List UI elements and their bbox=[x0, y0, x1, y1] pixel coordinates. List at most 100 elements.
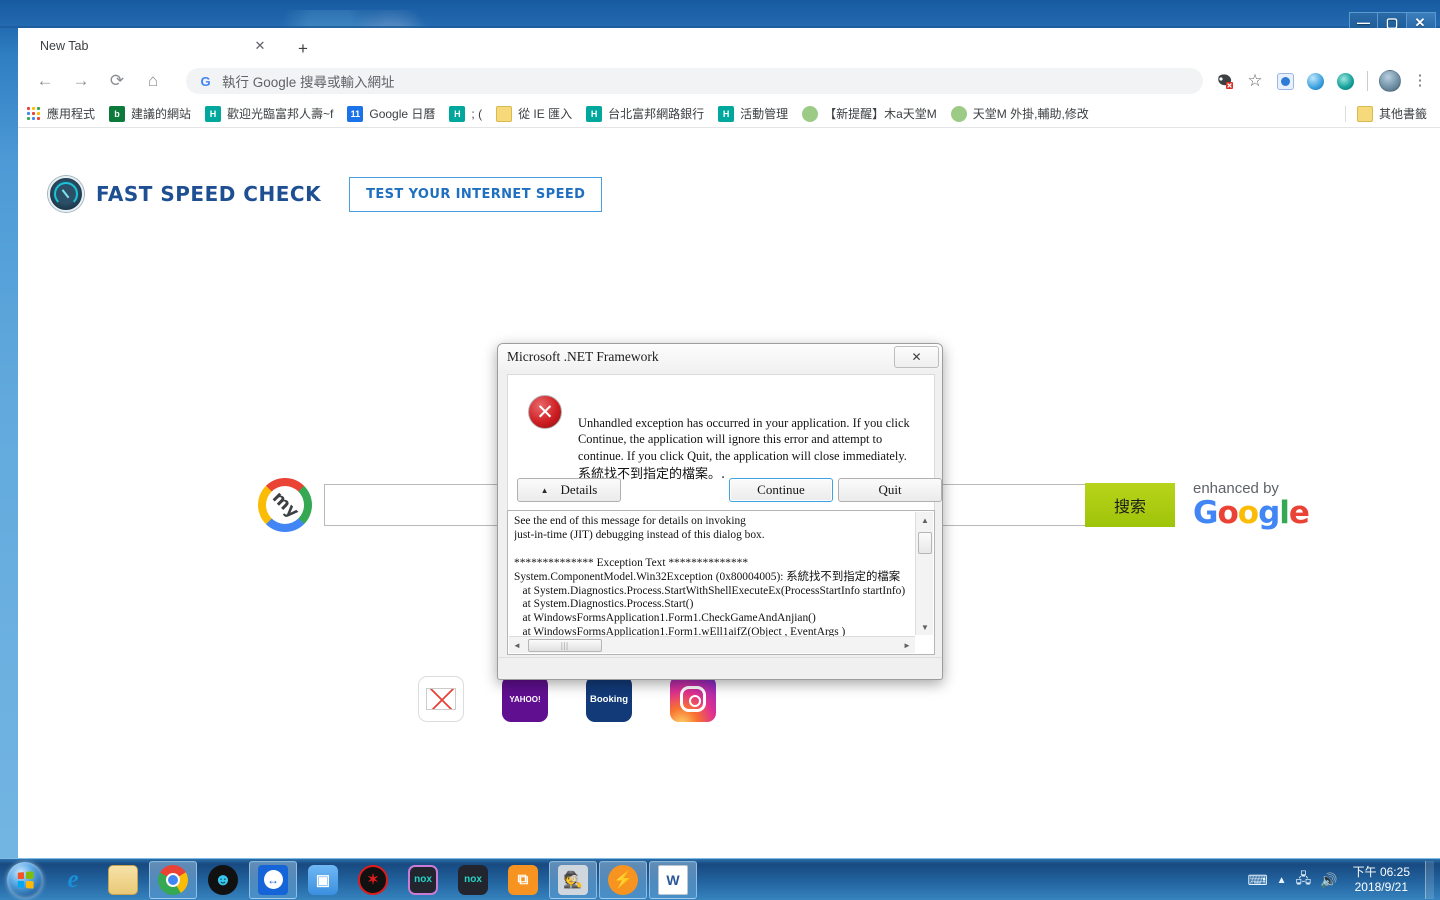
details-button[interactable]: ▲ Details bbox=[517, 478, 621, 502]
nox-player-icon: nox bbox=[408, 864, 438, 895]
instagram-icon bbox=[680, 686, 706, 712]
taskbar-google-chrome[interactable] bbox=[149, 860, 197, 899]
caret-up-icon: ▲ bbox=[540, 485, 549, 495]
new-tab-button[interactable]: + bbox=[290, 36, 316, 62]
continue-button[interactable]: Continue bbox=[729, 478, 833, 502]
bookmark-suggested-sites[interactable]: b 建議的網站 bbox=[102, 103, 198, 125]
extension-icon-1[interactable] bbox=[1271, 67, 1299, 95]
my-logo: my bbox=[246, 466, 324, 544]
gmail-icon bbox=[426, 688, 456, 710]
home-icon[interactable]: ⌂ bbox=[138, 66, 168, 96]
dialog-button-row: ▲ Details Continue Quit bbox=[507, 478, 942, 504]
forum-icon bbox=[950, 105, 967, 122]
extension-icon-3[interactable] bbox=[1331, 67, 1359, 95]
bing-icon: b bbox=[109, 105, 126, 122]
taskbar-internet-explorer[interactable]: e bbox=[49, 861, 97, 899]
keyboard-icon[interactable]: ⌨ bbox=[1247, 872, 1267, 889]
start-orb-icon bbox=[7, 861, 43, 898]
taskbar-file-explorer[interactable] bbox=[99, 861, 147, 899]
bookmark-google-calendar[interactable]: 11 Google 日曆 bbox=[340, 103, 442, 125]
exception-detail-box: See the end of this message for details … bbox=[507, 510, 935, 655]
cheat-engine-icon: ☻ bbox=[208, 864, 238, 895]
taskbar-teamviewer[interactable]: ↔ bbox=[249, 860, 297, 899]
maximize-icon: ▢ bbox=[1385, 14, 1399, 30]
reload-icon[interactable]: ⟳ bbox=[102, 66, 132, 96]
google-wordmark: Google bbox=[1193, 494, 1310, 531]
taskbar-microsoft-word[interactable]: W bbox=[649, 860, 697, 899]
vertical-scroll-thumb[interactable] bbox=[918, 532, 932, 554]
taskbar-memu-player[interactable]: ⧉ bbox=[499, 861, 547, 899]
tab-close-icon[interactable]: ✕ bbox=[253, 39, 267, 53]
taskbar-gameguardian[interactable]: ✶ bbox=[349, 861, 397, 899]
fast-speed-check-header: FAST SPEED CHECK TEST YOUR INTERNET SPEE… bbox=[48, 176, 603, 212]
network-icon[interactable]: 🖧 bbox=[1296, 868, 1312, 892]
apowermirror-icon: ▣ bbox=[308, 864, 338, 895]
detail-vertical-scrollbar[interactable]: ▲ ▼ bbox=[915, 512, 933, 635]
error-x-icon: ✕ bbox=[528, 395, 562, 429]
clock[interactable]: 下午 06:25 2018/9/21 bbox=[1347, 865, 1416, 895]
dialog-close-button[interactable]: ✕ bbox=[894, 346, 939, 368]
start-button[interactable] bbox=[2, 861, 48, 899]
bookmark-misc[interactable]: H ; ( bbox=[442, 103, 489, 125]
adblock-icon[interactable] bbox=[1211, 67, 1239, 95]
bookmark-lineage-m-tools[interactable]: 天堂M 外掛,輔助,修改 bbox=[944, 103, 1096, 125]
search-button[interactable]: 搜索 bbox=[1085, 483, 1175, 527]
extension-1-glyph bbox=[1276, 72, 1294, 90]
taskbar-nox-player-2[interactable]: nox bbox=[449, 861, 497, 899]
fubon-icon: H bbox=[449, 105, 466, 122]
taskbar-nox-player-1[interactable]: nox bbox=[399, 861, 447, 899]
bookmark-apps[interactable]: 應用程式 bbox=[18, 103, 102, 125]
bookmark-imported-from-ie[interactable]: 從 IE 匯入 bbox=[489, 103, 579, 125]
bookmark-label: 歡迎光臨富邦人壽~f bbox=[227, 107, 334, 121]
forward-icon[interactable]: → bbox=[66, 66, 96, 96]
scroll-down-icon[interactable]: ▼ bbox=[916, 619, 934, 635]
bookmark-taipei-fubon-bank[interactable]: H 台北富邦網路銀行 bbox=[579, 103, 711, 125]
booking-icon: Booking bbox=[590, 693, 628, 705]
yahoo-shortcut[interactable]: YAHOO! bbox=[502, 676, 548, 722]
back-icon[interactable]: ← bbox=[30, 66, 60, 96]
tab-new-tab[interactable]: New Tab ✕ bbox=[20, 30, 285, 62]
chrome-menu-button[interactable]: ⋮ bbox=[1406, 67, 1434, 95]
extension-icon-2[interactable] bbox=[1301, 67, 1329, 95]
scroll-up-icon[interactable]: ▲ bbox=[916, 512, 934, 528]
bookmark-label: Google 日曆 bbox=[369, 107, 436, 121]
quit-label: Quit bbox=[878, 482, 902, 497]
taskbar-cheat-engine[interactable]: ☻ bbox=[199, 861, 247, 899]
taskbar-anjian-macro[interactable]: 🕵 bbox=[549, 860, 597, 899]
scroll-right-icon[interactable]: ► bbox=[899, 637, 915, 654]
show-hidden-icons-icon[interactable]: ▲ bbox=[1277, 875, 1287, 886]
scroll-left-icon[interactable]: ◄ bbox=[509, 637, 525, 654]
bookmark-label: 台北富邦網路銀行 bbox=[608, 107, 705, 121]
booking-shortcut[interactable]: Booking bbox=[586, 676, 632, 722]
taskbar-apowermirror[interactable]: ▣ bbox=[299, 861, 347, 899]
volume-icon[interactable]: 🔊 bbox=[1320, 872, 1337, 889]
window-titlebar bbox=[0, 0, 1440, 30]
speedometer-icon bbox=[48, 176, 84, 212]
instagram-shortcut[interactable] bbox=[670, 676, 716, 722]
close-icon: ✕ bbox=[911, 349, 922, 364]
bookmark-star-icon[interactable]: ☆ bbox=[1241, 67, 1269, 95]
test-internet-speed-button[interactable]: TEST YOUR INTERNET SPEED bbox=[349, 176, 603, 212]
horizontal-scroll-thumb[interactable]: ||| bbox=[528, 639, 602, 652]
browser-toolbar: ← → ⟳ ⌂ G 執行 Google 搜尋或輸入網址 ☆ ⋮ bbox=[18, 62, 1440, 100]
teamviewer-icon: ↔ bbox=[258, 864, 288, 895]
bookmark-other-bookmarks[interactable]: 其他書籤 bbox=[1350, 103, 1434, 125]
avatar bbox=[1379, 70, 1401, 92]
taskbar-flash-tool[interactable]: ⚡ bbox=[599, 860, 647, 899]
dialog-footer bbox=[498, 657, 942, 679]
bookmark-forum-reminder[interactable]: 【新提醒】木a天堂M bbox=[795, 103, 944, 125]
gameguardian-icon: ✶ bbox=[358, 864, 388, 895]
bookmark-label: 【新提醒】木a天堂M bbox=[824, 107, 937, 121]
bookmark-fubon-life[interactable]: H 歡迎光臨富邦人壽~f bbox=[198, 103, 340, 125]
profile-avatar[interactable] bbox=[1376, 67, 1404, 95]
gmail-shortcut[interactable] bbox=[418, 676, 464, 722]
bookmark-event-management[interactable]: H 活動管理 bbox=[711, 103, 795, 125]
apps-grid-icon bbox=[25, 106, 41, 122]
details-label: Details bbox=[560, 482, 598, 497]
show-desktop-button[interactable] bbox=[1425, 861, 1434, 899]
address-bar[interactable]: G 執行 Google 搜尋或輸入網址 bbox=[186, 68, 1203, 94]
dotnet-error-dialog: Microsoft .NET Framework ✕ ✕ Unhandled e… bbox=[497, 343, 943, 680]
quit-button[interactable]: Quit bbox=[838, 478, 942, 502]
bookmark-label: 建議的網站 bbox=[131, 107, 192, 121]
detail-horizontal-scrollbar[interactable]: ◄ ||| ► bbox=[509, 636, 915, 653]
